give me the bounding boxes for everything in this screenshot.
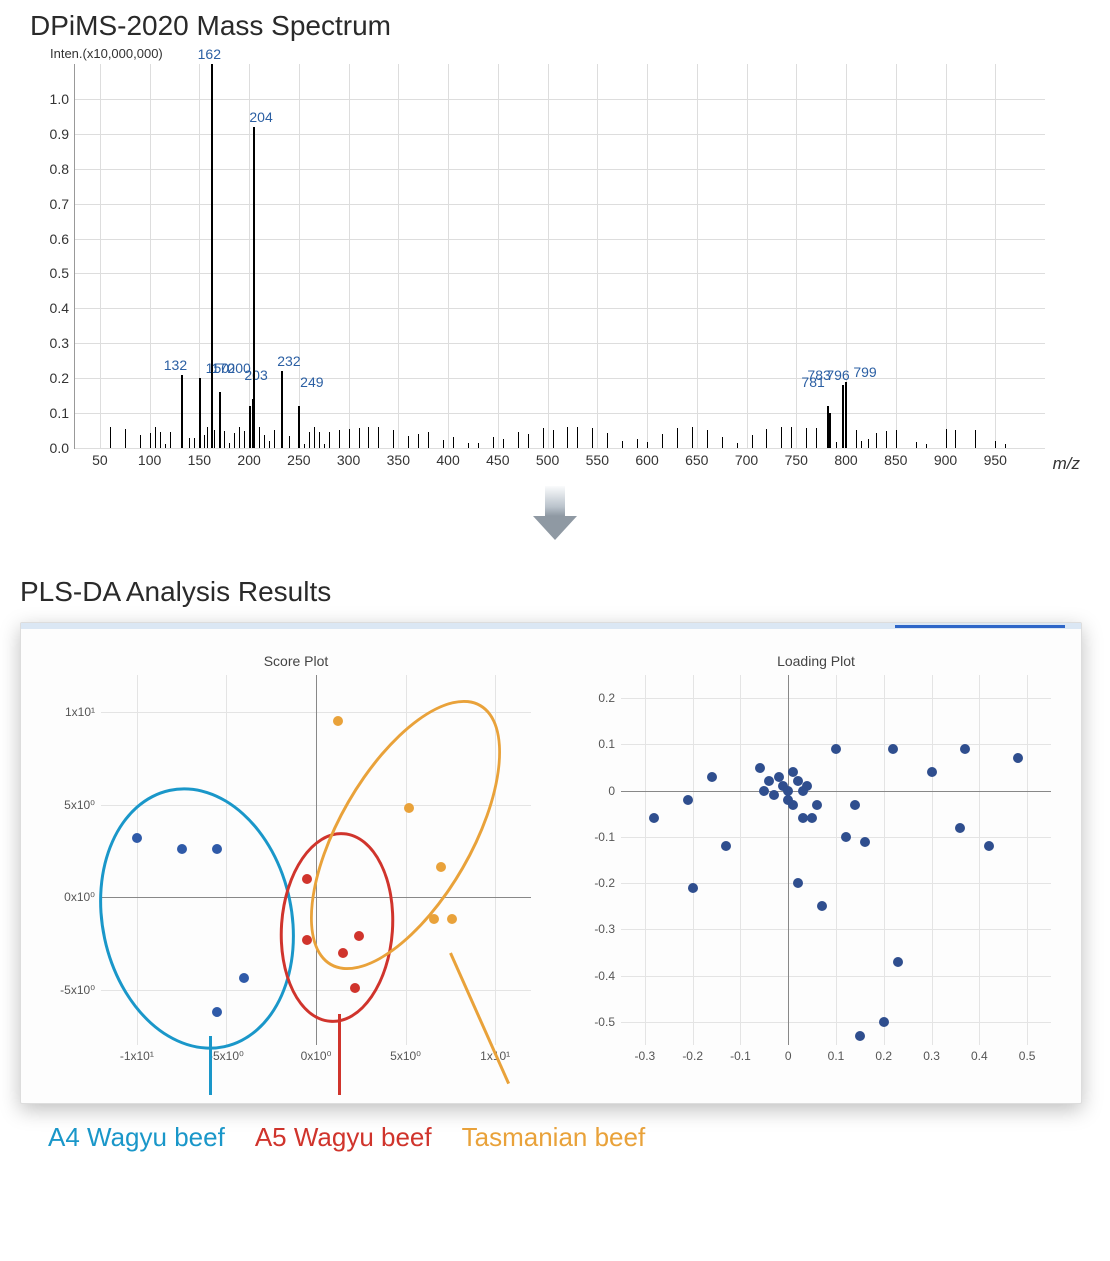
mass-spectrum-chart: Inten.(x10,000,000) 0.00.10.20.30.40.50.… [30,46,1070,476]
plsda-title: PLS-DA Analysis Results [20,576,1110,608]
loading-plot: Loading Plot -0.3-0.2-0.100.10.20.30.40.… [561,653,1071,1073]
spectrum-xlabel: m/z [1053,454,1080,474]
spectrum-plot-area: 0.00.10.20.30.40.50.60.70.80.91.05010015… [74,64,1045,449]
loading-plot-axes: -0.3-0.2-0.100.10.20.30.40.5-0.5-0.4-0.3… [621,675,1051,1045]
plsda-panel: Score Plot -1x10¹-5x10⁰0x10⁰5x10⁰1x10¹-5… [20,622,1082,1104]
score-plot: Score Plot -1x10¹-5x10⁰0x10⁰5x10⁰1x10¹-5… [41,653,551,1073]
spectrum-ylabel: Inten.(x10,000,000) [50,46,163,61]
score-plot-axes: -1x10¹-5x10⁰0x10⁰5x10⁰1x10¹-5x10⁰0x10⁰5x… [101,675,531,1045]
legend-a5: A5 Wagyu beef [255,1122,432,1153]
spectrum-title: DPiMS-2020 Mass Spectrum [30,10,1110,42]
loading-plot-title: Loading Plot [561,653,1071,675]
legend-tas: Tasmanian beef [462,1122,646,1153]
score-plot-title: Score Plot [41,653,551,675]
plsda-legend: A4 Wagyu beef A5 Wagyu beef Tasmanian be… [48,1122,1110,1153]
down-arrow-icon [533,486,577,546]
legend-a4: A4 Wagyu beef [48,1122,225,1153]
